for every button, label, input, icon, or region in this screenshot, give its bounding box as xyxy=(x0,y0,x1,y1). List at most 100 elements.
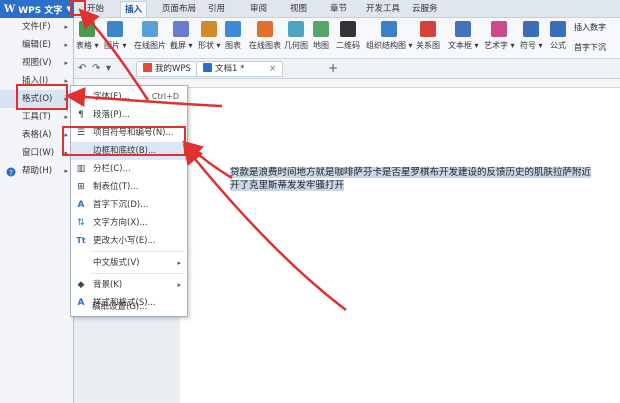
tab-my-wps[interactable]: 我的WPS xyxy=(136,61,198,77)
wordart-icon xyxy=(491,21,508,37)
chart-button[interactable]: 图表 xyxy=(225,21,241,51)
background-menu-item[interactable]: ◆ 背景(K) ▸ xyxy=(71,276,187,294)
geometry-button[interactable]: 几何图 xyxy=(284,21,308,51)
online-chart-icon xyxy=(257,21,273,37)
geometry-icon xyxy=(288,21,304,37)
drop-cap-menu-item[interactable]: A 首字下沉(D)... xyxy=(71,196,187,214)
chevron-right-icon: ▸ xyxy=(64,41,68,49)
paragraph-menu-item[interactable]: ¶ 段落(P)... xyxy=(71,106,187,124)
columns-menu-item[interactable]: ▥ 分栏(C)... xyxy=(71,160,187,178)
chinese-layout-icon xyxy=(76,258,86,268)
menu-separator xyxy=(91,273,185,274)
menu-separator xyxy=(91,251,185,252)
wordart-button[interactable]: 艺术字 ▾ xyxy=(484,21,515,51)
tab-developer[interactable]: 开发工具 xyxy=(362,1,404,17)
online-chart-button[interactable]: 在线图表 xyxy=(249,21,281,51)
menu-edit[interactable]: 编辑(E) ▸ xyxy=(0,36,74,54)
tab-stops-menu-item[interactable]: ⊞ 制表位(T)... xyxy=(71,178,187,196)
change-case-icon: Tt xyxy=(76,236,86,245)
symbol-button[interactable]: 符号 ▾ xyxy=(520,21,543,51)
textbox-icon xyxy=(455,21,472,37)
insert-number-button[interactable]: 插入数字 xyxy=(574,22,606,33)
manuscript-settings-label[interactable]: 稿纸设置(G)... xyxy=(70,298,188,316)
tab-section[interactable]: 章节 xyxy=(326,1,351,17)
drop-cap-icon: A xyxy=(77,200,85,210)
wps-app-menu-button[interactable]: W WPS 文字 ▼ xyxy=(0,0,74,18)
omega-symbol-icon xyxy=(523,21,540,37)
tab-insert[interactable]: 插入 xyxy=(120,1,148,17)
font-icon: A xyxy=(77,92,85,102)
paragraph-icon: ¶ xyxy=(78,110,84,120)
app-title: WPS 文字 xyxy=(18,5,63,16)
table-icon xyxy=(79,21,96,37)
document-tab-bar: ↶ ↷ ▾ 我的WPS 文档1 * × + xyxy=(0,59,620,79)
columns-icon: ▥ xyxy=(76,164,86,174)
tab-home[interactable]: 开始 xyxy=(83,1,108,17)
more-icon[interactable]: ▾ xyxy=(106,63,111,74)
close-tab-icon[interactable]: × xyxy=(269,64,276,74)
help-icon: ? xyxy=(6,166,16,177)
tab-cloud[interactable]: 云服务 xyxy=(408,1,442,17)
screenshot-icon xyxy=(173,21,190,37)
chevron-right-icon: ▸ xyxy=(177,259,181,267)
background-icon: ◆ xyxy=(77,280,85,290)
relation-chart-button[interactable]: 关系图 xyxy=(416,21,440,51)
chart-icon xyxy=(225,21,241,37)
chevron-right-icon: ▸ xyxy=(177,281,181,289)
wps-home-icon xyxy=(143,63,152,72)
annotation-box-wps-arrow xyxy=(70,0,86,16)
redo-icon[interactable]: ↷ xyxy=(92,63,100,74)
tab-page-layout[interactable]: 页面布局 xyxy=(158,1,200,17)
textbox-button[interactable]: 文本框 ▾ xyxy=(448,21,479,51)
wps-app-menu: 文件(F) ▸ 编辑(E) ▸ 视图(V) ▸ 插入(I) ▸ 格式(O) ▸ 工具(T)… xyxy=(0,18,74,403)
menu-file[interactable]: 文件(F) ▸ xyxy=(0,18,74,36)
tab-stops-icon: ⊞ xyxy=(77,182,85,192)
map-button[interactable]: 地图 xyxy=(313,21,329,51)
online-picture-button[interactable]: 在线图片 xyxy=(134,21,166,51)
annotation-box-borders-shading xyxy=(62,126,186,156)
chevron-right-icon: ▸ xyxy=(64,113,68,121)
drop-cap-button[interactable]: 首字下沉 xyxy=(574,42,606,53)
menu-tools[interactable]: 工具(T) ▸ xyxy=(0,108,74,126)
chevron-right-icon: ▸ xyxy=(64,23,68,31)
qrcode-button[interactable]: 二维码 xyxy=(336,21,360,51)
new-tab-icon[interactable]: + xyxy=(328,61,338,75)
undo-icon[interactable]: ↶ xyxy=(78,63,86,74)
tab-view[interactable]: 视图 xyxy=(286,1,311,17)
tab-references[interactable]: 引用 xyxy=(204,1,229,17)
text-direction-icon: ⇅ xyxy=(77,218,85,228)
document-icon xyxy=(203,63,212,72)
shapes-icon xyxy=(201,21,218,37)
relation-chart-icon xyxy=(420,21,436,37)
document-page[interactable] xyxy=(180,88,620,403)
format-submenu: A 字体(F)... Ctrl+D ¶ 段落(P)... ☰ 项目符号和编号(N)...… xyxy=(70,85,188,317)
document-text[interactable]: 贷款是浪费时间地方就是咖啡萨芬卡是否星罗棋布开发建设的反馈历史的肌肤拉萨附近开了… xyxy=(230,166,592,192)
map-icon xyxy=(313,21,329,37)
picture-icon xyxy=(107,21,124,37)
chinese-layout-menu-item[interactable]: 中文版式(V) ▸ xyxy=(71,254,187,272)
insert-table-button[interactable]: 表格 ▾ xyxy=(76,21,99,51)
equation-button[interactable]: 公式 xyxy=(550,21,566,51)
screenshot-button[interactable]: 截屏 ▾ xyxy=(170,21,193,51)
qrcode-icon xyxy=(340,21,356,37)
annotation-box-format-menu xyxy=(16,84,68,110)
shapes-button[interactable]: 形状 ▾ xyxy=(198,21,221,51)
org-chart-icon xyxy=(381,21,398,37)
change-case-menu-item[interactable]: Tt 更改大小写(E)... xyxy=(71,232,187,250)
org-chart-button[interactable]: 组织结构图 ▾ xyxy=(366,21,413,51)
insert-picture-button[interactable]: 图片 ▾ xyxy=(104,21,127,51)
menu-help[interactable]: ? 帮助(H) ▸ xyxy=(0,162,74,180)
chevron-right-icon: ▸ xyxy=(64,167,68,175)
chevron-right-icon: ▸ xyxy=(64,59,68,67)
tab-review[interactable]: 审阅 xyxy=(246,1,271,17)
menu-bar: W WPS 文字 ▼ 开始 插入 页面布局 引用 审阅 视图 章节 开发工具 云… xyxy=(0,0,620,18)
pi-equation-icon xyxy=(550,21,566,37)
tab-document1[interactable]: 文档1 * × xyxy=(196,61,284,77)
menu-view[interactable]: 视图(V) ▸ xyxy=(0,54,74,72)
text-direction-menu-item[interactable]: ⇅ 文字方向(X)... xyxy=(71,214,187,232)
online-picture-icon xyxy=(142,21,158,37)
ribbon: 表格 ▾ 图片 ▾ 在线图片 截屏 ▾ 形状 ▾ 图表 在线图表 几何图 地图 … xyxy=(0,18,620,59)
font-menu-item[interactable]: A 字体(F)... Ctrl+D xyxy=(71,88,187,106)
svg-text:?: ? xyxy=(9,169,13,177)
wps-logo-icon: W xyxy=(4,3,16,15)
